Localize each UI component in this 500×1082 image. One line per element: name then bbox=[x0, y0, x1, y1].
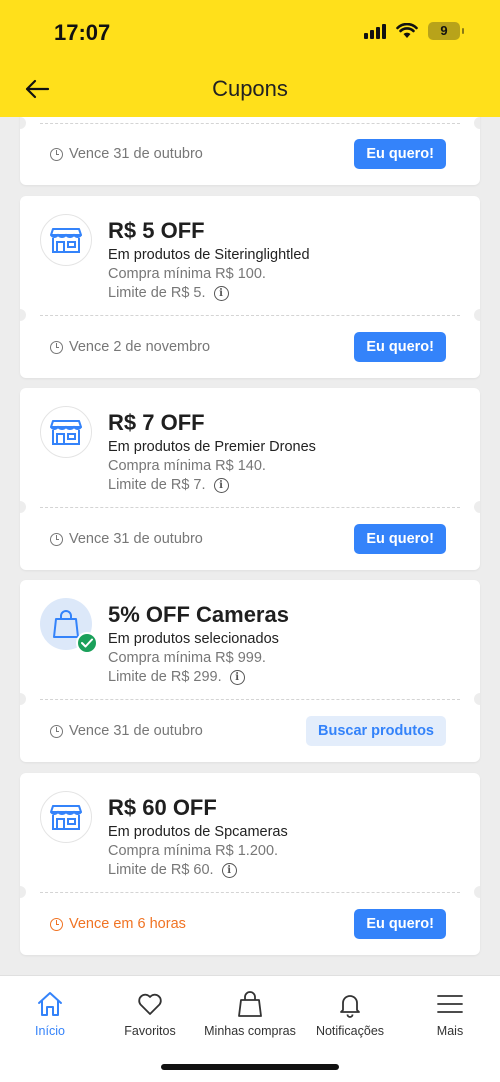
coupon-expiry: Vence em 6 horas bbox=[50, 916, 186, 932]
coupon-min-purchase: Compra mínima R$ 1.200. bbox=[108, 843, 279, 859]
status-icons: 9 bbox=[364, 22, 464, 40]
home-indicator bbox=[161, 1064, 339, 1070]
coupon-min-purchase: Compra mínima R$ 999. bbox=[108, 650, 266, 666]
clock-icon bbox=[50, 532, 63, 546]
coupon-subtitle: Em produtos de Siteringlightled bbox=[108, 247, 310, 263]
nav-item-notifications[interactable]: Notificações bbox=[300, 990, 400, 1038]
clock-icon bbox=[50, 340, 63, 354]
search-products-button[interactable]: Buscar produtos bbox=[305, 716, 446, 746]
coupon-subtitle: Em produtos selecionados bbox=[108, 631, 279, 647]
clock-icon bbox=[50, 724, 63, 738]
coupon-subtitle: Em produtos de Spcameras bbox=[108, 824, 288, 840]
menu-icon bbox=[437, 995, 463, 1013]
coupon-card: R$ 5 OFF Em produtos de Siteringlightled… bbox=[20, 196, 480, 378]
claim-coupon-button[interactable]: Eu quero! bbox=[354, 524, 446, 554]
coupon-card: R$ 60 OFF Em produtos de Spcameras Compr… bbox=[20, 773, 480, 955]
cellular-signal-icon bbox=[364, 23, 386, 39]
store-icon bbox=[40, 214, 92, 266]
claim-coupon-button[interactable]: Eu quero! bbox=[354, 139, 446, 169]
coupon-expiry: Vence 31 de outubro bbox=[50, 723, 203, 739]
coupon-title: R$ 5 OFF bbox=[108, 218, 205, 243]
coupon-min-purchase: Compra mínima R$ 100. bbox=[108, 266, 266, 282]
claim-coupon-button[interactable]: Eu quero! bbox=[354, 909, 446, 939]
clock-icon bbox=[50, 147, 63, 161]
coupon-limit: Limite de R$ 60. i bbox=[108, 862, 237, 878]
coupon-expiry: Vence 31 de outubro bbox=[50, 531, 203, 547]
coupon-expiry: Vence 2 de novembro bbox=[50, 339, 210, 355]
coupon-list[interactable]: Vence 31 de outubro Eu quero! R$ 5 OFF E… bbox=[0, 117, 500, 975]
bag-icon bbox=[238, 991, 262, 1017]
nav-item-favorites[interactable]: Favoritos bbox=[100, 990, 200, 1038]
bell-icon bbox=[340, 995, 360, 1018]
coupon-card: Vence 31 de outubro Eu quero! bbox=[20, 117, 480, 185]
coupon-subtitle: Em produtos de Premier Drones bbox=[108, 439, 316, 455]
nav-item-more[interactable]: Mais bbox=[400, 990, 500, 1038]
coupon-limit: Limite de R$ 5. i bbox=[108, 285, 229, 301]
claim-coupon-button[interactable]: Eu quero! bbox=[354, 332, 446, 362]
page-title: Cupons bbox=[212, 76, 288, 101]
coupon-title: R$ 7 OFF bbox=[108, 410, 205, 435]
info-icon[interactable]: i bbox=[221, 862, 237, 878]
coupon-limit: Limite de R$ 7. i bbox=[108, 477, 229, 493]
battery-icon: 9 bbox=[428, 22, 464, 40]
info-icon[interactable]: i bbox=[213, 285, 229, 301]
info-icon[interactable]: i bbox=[213, 477, 229, 493]
home-icon bbox=[38, 992, 62, 1016]
coupon-min-purchase: Compra mínima R$ 140. bbox=[108, 458, 266, 474]
nav-item-purchases[interactable]: Minhas compras bbox=[200, 990, 300, 1038]
status-time: 17:07 bbox=[54, 20, 111, 45]
coupon-expiry: Vence 31 de outubro bbox=[50, 146, 203, 162]
heart-icon bbox=[138, 993, 162, 1015]
coupon-title: R$ 60 OFF bbox=[108, 795, 217, 820]
shopping-bag-icon bbox=[40, 598, 98, 654]
wifi-icon bbox=[396, 23, 418, 39]
check-badge-icon bbox=[76, 632, 98, 654]
coupon-title: 5% OFF Cameras bbox=[108, 602, 289, 627]
clock-icon bbox=[50, 917, 63, 931]
coupon-limit: Limite de R$ 299. i bbox=[108, 669, 245, 685]
store-icon bbox=[40, 791, 92, 843]
app-header: 17:07 9 Cupons bbox=[0, 0, 500, 117]
coupon-card: R$ 7 OFF Em produtos de Premier Drones C… bbox=[20, 388, 480, 570]
nav-item-home[interactable]: Início bbox=[0, 990, 100, 1038]
store-icon bbox=[40, 406, 92, 458]
coupon-card: 5% OFF Cameras Em produtos selecionados … bbox=[20, 580, 480, 762]
info-icon[interactable]: i bbox=[229, 669, 245, 685]
